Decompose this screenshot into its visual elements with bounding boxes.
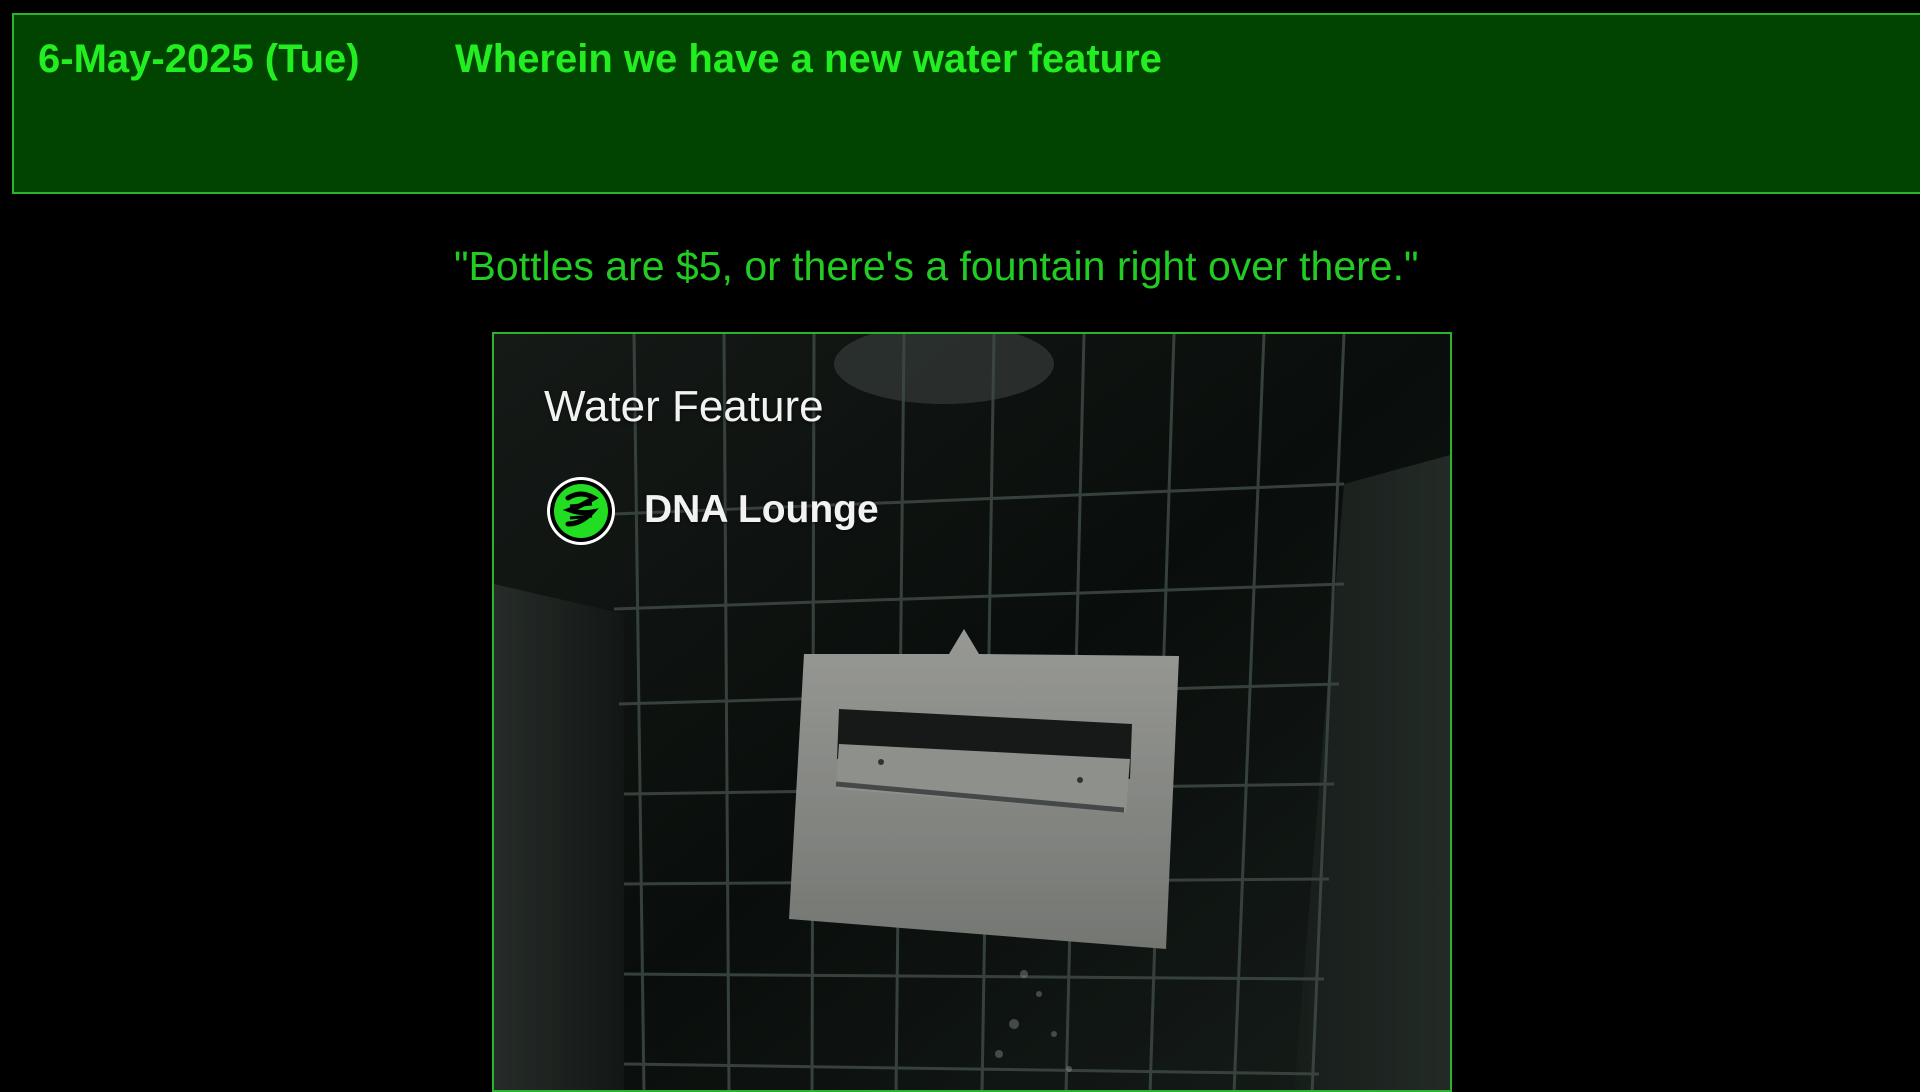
post-header: 6-May-2025 (Tue) Wherein we have a new w… xyxy=(12,13,1920,194)
video-player[interactable]: Water Feature DNA Lounge xyxy=(492,332,1452,1092)
post-date: 6-May-2025 (Tue) xyxy=(38,37,360,81)
channel-name[interactable]: DNA Lounge xyxy=(644,488,879,532)
post-title: Wherein we have a new water feature xyxy=(455,37,1162,81)
video-thumbnail[interactable] xyxy=(494,334,1452,1092)
dna-lounge-logo-icon[interactable] xyxy=(546,476,616,546)
post-quote: "Bottles are $5, or there's a fountain r… xyxy=(454,243,1419,289)
video-title[interactable]: Water Feature xyxy=(544,382,824,432)
